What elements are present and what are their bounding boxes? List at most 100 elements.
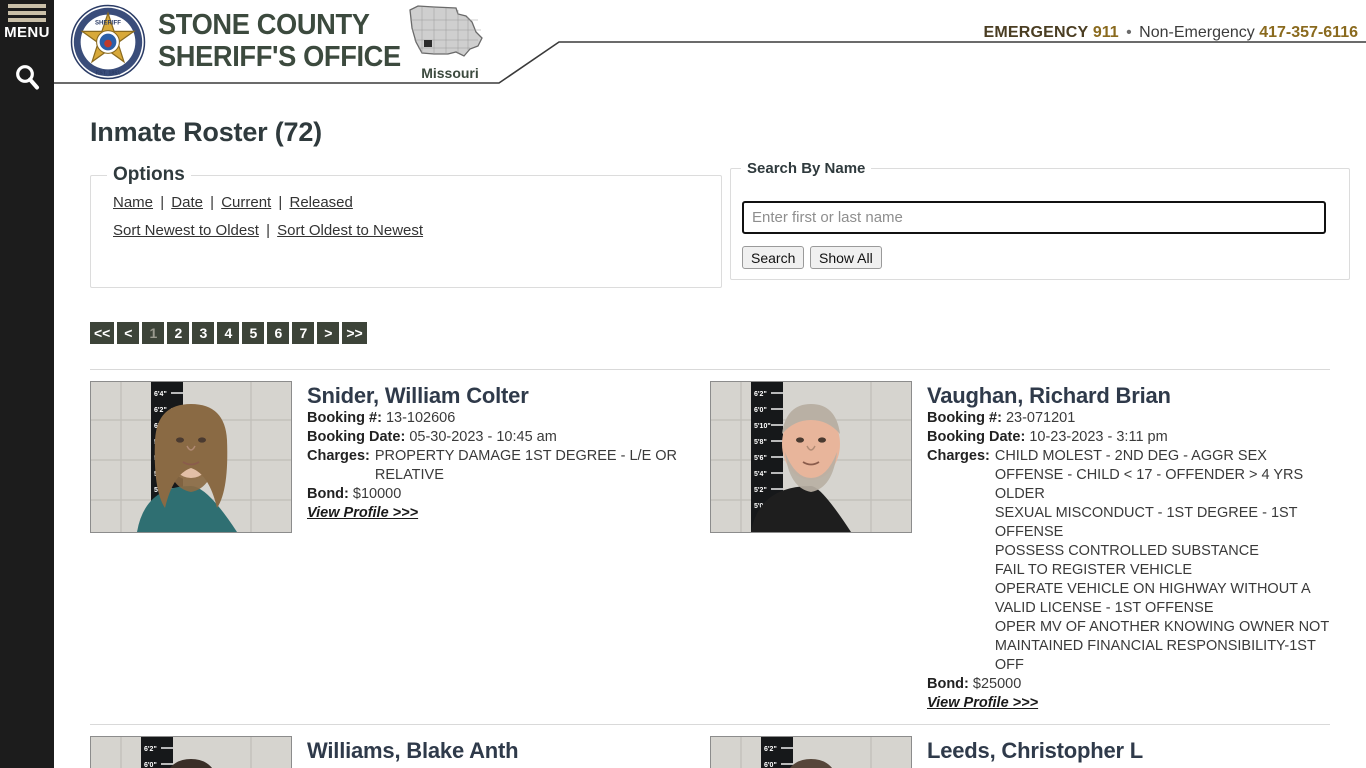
left-rail: MENU [0,0,54,768]
charge-item: SEXUAL MISCONDUCT - 1ST DEGREE - 1ST OFF… [994,505,1298,540]
emergency-label: EMERGENCY [983,24,1089,41]
pagination-prev-button[interactable]: < [117,322,140,344]
search-legend: Search By Name [747,160,866,177]
state-map-block: Missouri [402,2,498,82]
bond-line: Bond: $10000 [307,485,710,504]
pagination-page-3[interactable]: 3 [192,322,215,344]
sort-newest-to-oldest-link[interactable]: Sort Newest to Oldest [113,222,259,239]
booking-date-label: Booking Date: [307,429,406,445]
mugshot-leeds: 6'2"6'0"5'10"5'8"5'6"5'4"5'2"5'0"4'10" [711,737,911,768]
booking-number-value: 13-102606 [385,410,456,426]
roster-row: 6'4"6'2"6'0"5'10"5'8"5'6"5'4"5'2"5'0" Sn… [90,369,1330,724]
bond-value: $25000 [972,676,1022,692]
show-all-button[interactable]: Show All [810,246,882,269]
contact-strip: EMERGENCY 911 • Non-Emergency 417-357-61… [983,24,1358,42]
svg-text:SHERIFF: SHERIFF [95,20,121,27]
booking-date-line: Booking Date: 05-30-2023 - 10:45 am [307,428,710,447]
charge-item: FAIL TO REGISTER VEHICLE [994,562,1193,578]
pagination-page-5[interactable]: 5 [242,322,265,344]
charge-item: OPERATE VEHICLE ON HIGHWAY WITHOUT A VAL… [994,581,1310,616]
sort-oldest-to-newest-link[interactable]: Sort Oldest to Newest [277,222,423,239]
option-separator: | [278,194,283,211]
charges-line: Charges: PROPERTY DAMAGE 1ST DEGREE - L/… [307,447,710,485]
search-input[interactable] [742,201,1326,234]
filter-link-released[interactable]: Released [289,194,352,211]
bond-label: Bond: [307,486,349,502]
bond-line: Bond: $25000 [927,675,1330,694]
site-title[interactable]: STONE COUNTY SHERIFF'S OFFICE [158,9,401,73]
pagination-page-6[interactable]: 6 [267,322,290,344]
inmate-name[interactable]: Vaughan, Richard Brian [927,383,1330,408]
option-separator: | [210,194,215,211]
roster-row: 6'2"6'0"5'10"5'8"5'6"5'4"5'2"5'0"4'10" W… [90,724,1330,768]
option-separator: | [266,222,270,239]
options-sort-row: Sort Newest to Oldest | Sort Oldest to N… [113,222,721,239]
booking-number-label: Booking #: [307,410,382,426]
pagination-page-4[interactable]: 4 [217,322,240,344]
menu-label: MENU [4,24,50,41]
sheriff-badge-logo[interactable]: SHERIFF EST. 1851 [70,4,146,80]
charges-label: Charges: [927,448,990,464]
booking-number-label: Booking #: [927,410,1002,426]
option-separator: | [160,194,165,211]
mugshot-snider: 6'4"6'2"6'0"5'10"5'8"5'6"5'4"5'2"5'0" [91,382,291,532]
charges-list: PROPERTY DAMAGE 1ST DEGREE - L/E OR RELA… [375,447,710,485]
svg-text:5'8": 5'8" [754,439,767,446]
view-profile-link[interactable]: View Profile >>> [307,505,418,521]
inmate-info: Snider, William Colter Booking #: 13-102… [292,381,710,712]
inmate-name[interactable]: Snider, William Colter [307,383,710,408]
inmate-mugshot[interactable]: 6'2"6'0"5'10"5'8"5'6"5'4"5'2"5'0"4'10" [710,381,912,533]
svg-text:5'2": 5'2" [754,487,767,494]
filter-link-current[interactable]: Current [221,194,271,211]
options-filter-row: Name | Date | Current | Released [113,194,721,211]
hamburger-icon-bar [8,11,46,15]
non-emergency-number[interactable]: 417-357-6116 [1259,24,1358,41]
charges-list: CHILD MOLEST - 2ND DEG - AGGR SEX OFFENS… [995,447,1330,675]
pagination-next-button[interactable]: > [317,322,340,344]
hamburger-icon-bar [8,4,46,8]
svg-text:6'0": 6'0" [144,762,157,768]
mugshot-vaughan: 6'2"6'0"5'10"5'8"5'6"5'4"5'2"5'0"4'10" [711,382,911,532]
view-profile-link[interactable]: View Profile >>> [927,695,1038,711]
booking-number-value: 23-071201 [1005,410,1076,426]
svg-text:5'10": 5'10" [754,423,771,430]
page-body: Inmate Roster (72) Options Name | Date |… [54,84,1366,768]
inmate-name[interactable]: Williams, Blake Anth [307,738,710,763]
pagination-page-7[interactable]: 7 [292,322,315,344]
menu-toggle-button[interactable]: MENU [0,4,54,41]
charge-item: PROPERTY DAMAGE 1ST DEGREE - L/E OR RELA… [374,448,678,483]
search-toggle-button[interactable] [0,62,54,97]
pagination-last-button[interactable]: >> [342,322,367,344]
filter-link-name[interactable]: Name [113,194,153,211]
inmate-info: Vaughan, Richard Brian Booking #: 23-071… [912,381,1330,712]
search-button[interactable]: Search [742,246,805,269]
inmate-mugshot[interactable]: 6'4"6'2"6'0"5'10"5'8"5'6"5'4"5'2"5'0" [90,381,292,533]
svg-text:6'0": 6'0" [764,762,777,768]
svg-text:6'2": 6'2" [154,407,167,414]
booking-date-value: 05-30-2023 - 10:45 am [409,429,557,445]
non-emergency-label: Non-Emergency [1139,24,1255,41]
emergency-number[interactable]: 911 [1093,24,1119,41]
inmate-mugshot[interactable]: 6'2"6'0"5'10"5'8"5'6"5'4"5'2"5'0"4'10" [90,736,292,768]
pagination-first-button[interactable]: << [90,322,115,344]
pagination-page-2[interactable]: 2 [167,322,190,344]
inmate-name[interactable]: Leeds, Christopher L [927,738,1330,763]
inmate-card: 6'2"6'0"5'10"5'8"5'6"5'4"5'2"5'0"4'10" V… [710,381,1330,712]
state-name-label: Missouri [421,65,479,81]
site-title-line-2: SHERIFF'S OFFICE [158,41,401,73]
charge-item: OPER MV OF ANOTHER KNOWING OWNER NOT MAI… [994,619,1329,673]
charges-line: Charges: CHILD MOLEST - 2ND DEG - AGGR S… [927,447,1330,675]
pagination-page-1[interactable]: 1 [142,322,165,344]
site-header: SHERIFF EST. 1851 STONE COUNTY SHERIFF'S… [54,0,1366,84]
booking-date-line: Booking Date: 10-23-2023 - 3:11 pm [927,428,1330,447]
hamburger-icon-bar [8,18,46,22]
booking-date-value: 10-23-2023 - 3:11 pm [1029,429,1168,445]
svg-text:6'2": 6'2" [754,391,767,398]
filter-link-date[interactable]: Date [171,194,203,211]
site-title-line-1: STONE COUNTY [158,9,370,41]
inmate-mugshot[interactable]: 6'2"6'0"5'10"5'8"5'6"5'4"5'2"5'0"4'10" [710,736,912,768]
booking-number-line: Booking #: 23-071201 [927,409,1330,428]
inmate-info: Leeds, Christopher L [912,736,1330,768]
charge-item: CHILD MOLEST - 2ND DEG - AGGR SEX OFFENS… [994,448,1304,502]
inmate-card: 6'4"6'2"6'0"5'10"5'8"5'6"5'4"5'2"5'0" Sn… [90,381,710,712]
